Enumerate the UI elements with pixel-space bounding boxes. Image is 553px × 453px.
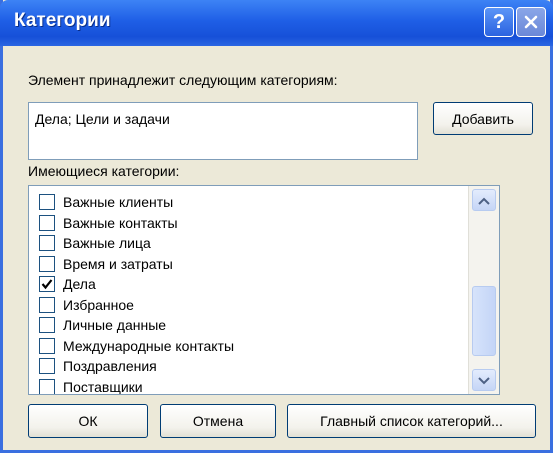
category-checkbox[interactable]	[39, 276, 55, 293]
categories-list[interactable]: Важные клиенты Важные контакты Важные лица…	[28, 185, 500, 395]
category-item-label: Время и затраты	[63, 255, 173, 272]
category-checkbox[interactable]	[39, 255, 55, 272]
assigned-categories-label: Элемент принадлежит следующим категориям…	[28, 72, 338, 88]
category-item[interactable]: Дела	[29, 274, 469, 295]
chevron-down-icon	[478, 372, 490, 388]
list-scrollbar[interactable]	[468, 186, 499, 394]
category-checkbox[interactable]	[39, 317, 55, 334]
category-item[interactable]: Международные контакты	[29, 336, 469, 357]
assigned-categories-field[interactable]: Дела; Цели и задачи	[28, 102, 418, 160]
category-checkbox[interactable]	[39, 358, 55, 375]
category-item-label: Важные клиенты	[63, 194, 174, 211]
category-item[interactable]: Время и затраты	[29, 254, 469, 275]
category-item-label: Личные данные	[63, 317, 167, 334]
cancel-button-label: Отмена	[192, 413, 244, 429]
category-item-label: Международные контакты	[63, 337, 235, 354]
category-checkbox[interactable]	[39, 378, 55, 394]
title-bar[interactable]: Категории ?	[0, 0, 553, 46]
close-icon	[523, 14, 539, 30]
ok-button-label: ОК	[78, 413, 98, 429]
category-item-label: Важные контакты	[63, 214, 178, 231]
category-checkbox[interactable]	[39, 214, 55, 231]
category-checkbox[interactable]	[39, 194, 55, 211]
master-category-list-button[interactable]: Главный список категорий...	[287, 404, 536, 438]
categories-dialog: Категории ? Элемент принадлежит следующи…	[0, 0, 553, 453]
add-button-label: Добавить	[452, 110, 514, 127]
categories-list-items: Важные клиенты Важные контакты Важные лица…	[29, 192, 469, 395]
category-checkbox[interactable]	[39, 337, 55, 354]
category-item[interactable]: Поставщики	[29, 377, 469, 395]
scroll-thumb[interactable]	[472, 286, 496, 356]
category-item[interactable]: Личные данные	[29, 315, 469, 336]
assigned-categories-value: Дела; Цели и задачи	[35, 111, 170, 127]
category-item-label: Дела	[63, 276, 96, 293]
category-item-label: Поставщики	[63, 378, 143, 395]
ok-button[interactable]: ОК	[28, 404, 148, 438]
category-checkbox[interactable]	[39, 296, 55, 313]
check-icon	[41, 279, 53, 290]
close-button[interactable]	[516, 7, 546, 37]
cancel-button[interactable]: Отмена	[160, 404, 276, 438]
category-item[interactable]: Важные клиенты	[29, 192, 469, 213]
category-item-label: Поздравления	[63, 358, 157, 375]
scroll-up-button[interactable]	[472, 189, 496, 211]
help-button[interactable]: ?	[484, 7, 514, 37]
category-item[interactable]: Избранное	[29, 295, 469, 316]
help-icon: ?	[492, 10, 506, 33]
category-item[interactable]: Важные контакты	[29, 213, 469, 234]
category-item[interactable]: Важные лица	[29, 233, 469, 254]
category-item-label: Важные лица	[63, 235, 151, 252]
master-category-list-button-label: Главный список категорий...	[320, 413, 503, 429]
window-title: Категории	[14, 10, 111, 31]
category-checkbox[interactable]	[39, 235, 55, 252]
add-button[interactable]: Добавить	[433, 102, 533, 135]
available-categories-label: Имеющиеся категории:	[28, 163, 180, 179]
chevron-up-icon	[478, 192, 490, 208]
category-item-label: Избранное	[63, 296, 134, 313]
scroll-down-button[interactable]	[472, 369, 496, 391]
category-item[interactable]: Поздравления	[29, 356, 469, 377]
